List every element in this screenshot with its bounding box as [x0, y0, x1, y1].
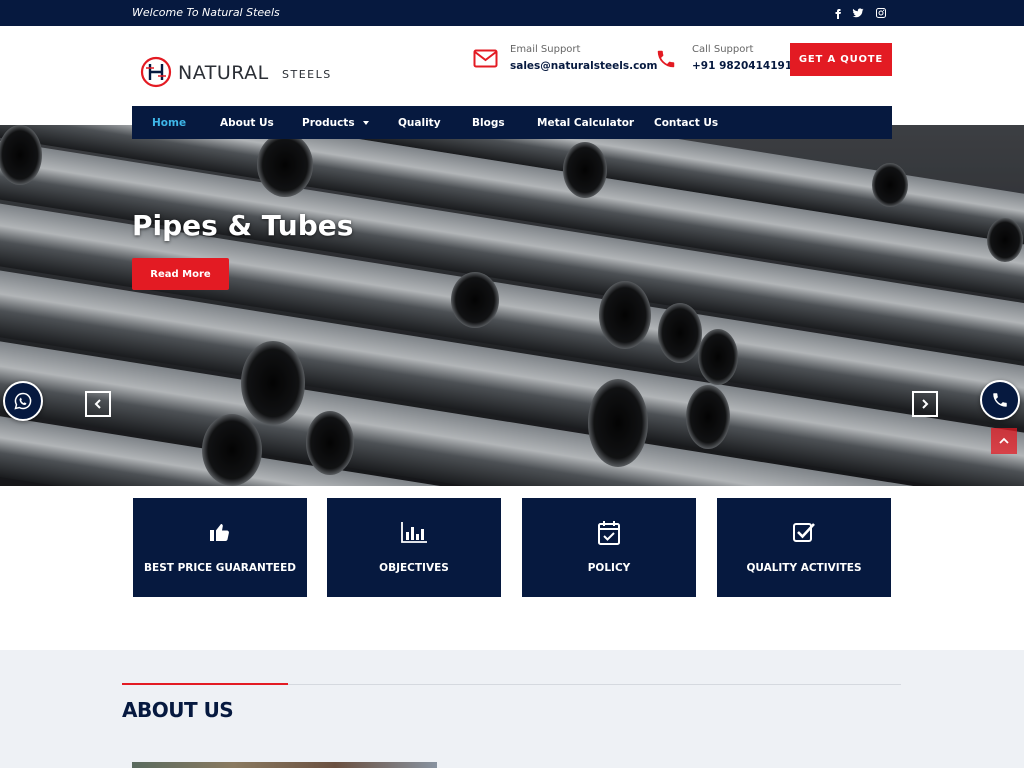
- nav-products[interactable]: Products: [302, 106, 369, 139]
- top-bar: Welcome To Natural Steels: [0, 0, 1024, 26]
- section-divider-accent: [122, 683, 288, 685]
- nav-products-label: Products: [302, 116, 355, 129]
- logo-mark-icon: [140, 56, 172, 88]
- feature-label: OBJECTIVES: [379, 562, 449, 574]
- about-section: ABOUT US: [0, 650, 1024, 768]
- slider-next-arrow[interactable]: [912, 391, 938, 417]
- thumbs-up-icon: [133, 520, 307, 546]
- main-nav: Home About Us Products Quality Blogs Met…: [132, 106, 892, 139]
- site-logo[interactable]: NATURAL STEELS: [140, 56, 340, 88]
- site-header: NATURAL STEELS Email Support sales@natur…: [0, 26, 1024, 106]
- about-heading: ABOUT US: [122, 698, 234, 722]
- calendar-check-icon: [522, 520, 696, 546]
- slider-prev-arrow[interactable]: [85, 391, 111, 417]
- call-value[interactable]: +91 9820414191: [692, 60, 792, 72]
- feature-label: POLICY: [587, 562, 631, 574]
- facebook-icon[interactable]: [832, 6, 846, 20]
- feature-label: QUALITY ACTIVITES: [746, 562, 862, 574]
- chevron-right-icon: [922, 399, 929, 409]
- feature-label: BEST PRICE GUARANTEED: [144, 562, 296, 574]
- nav-contact-us[interactable]: Contact Us: [654, 106, 718, 139]
- about-image: [132, 762, 437, 768]
- whatsapp-button[interactable]: [3, 381, 43, 421]
- caret-down-icon: [362, 120, 369, 125]
- welcome-text: Welcome To Natural Steels: [132, 6, 280, 19]
- logo-text: NATURAL: [178, 62, 269, 84]
- read-more-button[interactable]: Read More: [132, 258, 229, 290]
- bar-chart-icon: [327, 520, 501, 546]
- feature-policy[interactable]: POLICY: [522, 498, 696, 597]
- hero-slider: Pipes & Tubes Read More: [0, 125, 1024, 486]
- call-label: Call Support: [692, 44, 754, 55]
- call-float-button[interactable]: [980, 380, 1020, 420]
- chevron-left-icon: [94, 399, 101, 409]
- envelope-icon: [473, 48, 499, 74]
- phone-float-icon: [993, 393, 1007, 407]
- whatsapp-icon: [14, 392, 32, 410]
- chevron-up-icon: [999, 437, 1009, 444]
- feature-quality-activities[interactable]: QUALITY ACTIVITES: [717, 498, 891, 597]
- nav-quality[interactable]: Quality: [398, 106, 441, 139]
- email-label: Email Support: [510, 44, 581, 55]
- phone-icon: [655, 48, 681, 74]
- feature-best-price[interactable]: BEST PRICE GUARANTEED: [133, 498, 307, 597]
- nav-about-us[interactable]: About Us: [220, 106, 274, 139]
- logo-subtext: STEELS: [282, 68, 332, 81]
- twitter-icon[interactable]: [852, 6, 866, 20]
- get-quote-button[interactable]: GET A QUOTE: [790, 43, 892, 76]
- nav-home[interactable]: Home: [152, 106, 186, 139]
- scroll-to-top-button[interactable]: [991, 428, 1017, 454]
- feature-objectives[interactable]: OBJECTIVES: [327, 498, 501, 597]
- checkbox-icon: [717, 520, 891, 546]
- nav-metal-calculator[interactable]: Metal Calculator: [537, 106, 634, 139]
- hero-title: Pipes & Tubes: [132, 209, 354, 242]
- pipes-background-image: [0, 125, 1024, 486]
- nav-blogs[interactable]: Blogs: [472, 106, 505, 139]
- instagram-icon[interactable]: [875, 6, 889, 20]
- email-value[interactable]: sales@naturalsteels.com: [510, 60, 657, 72]
